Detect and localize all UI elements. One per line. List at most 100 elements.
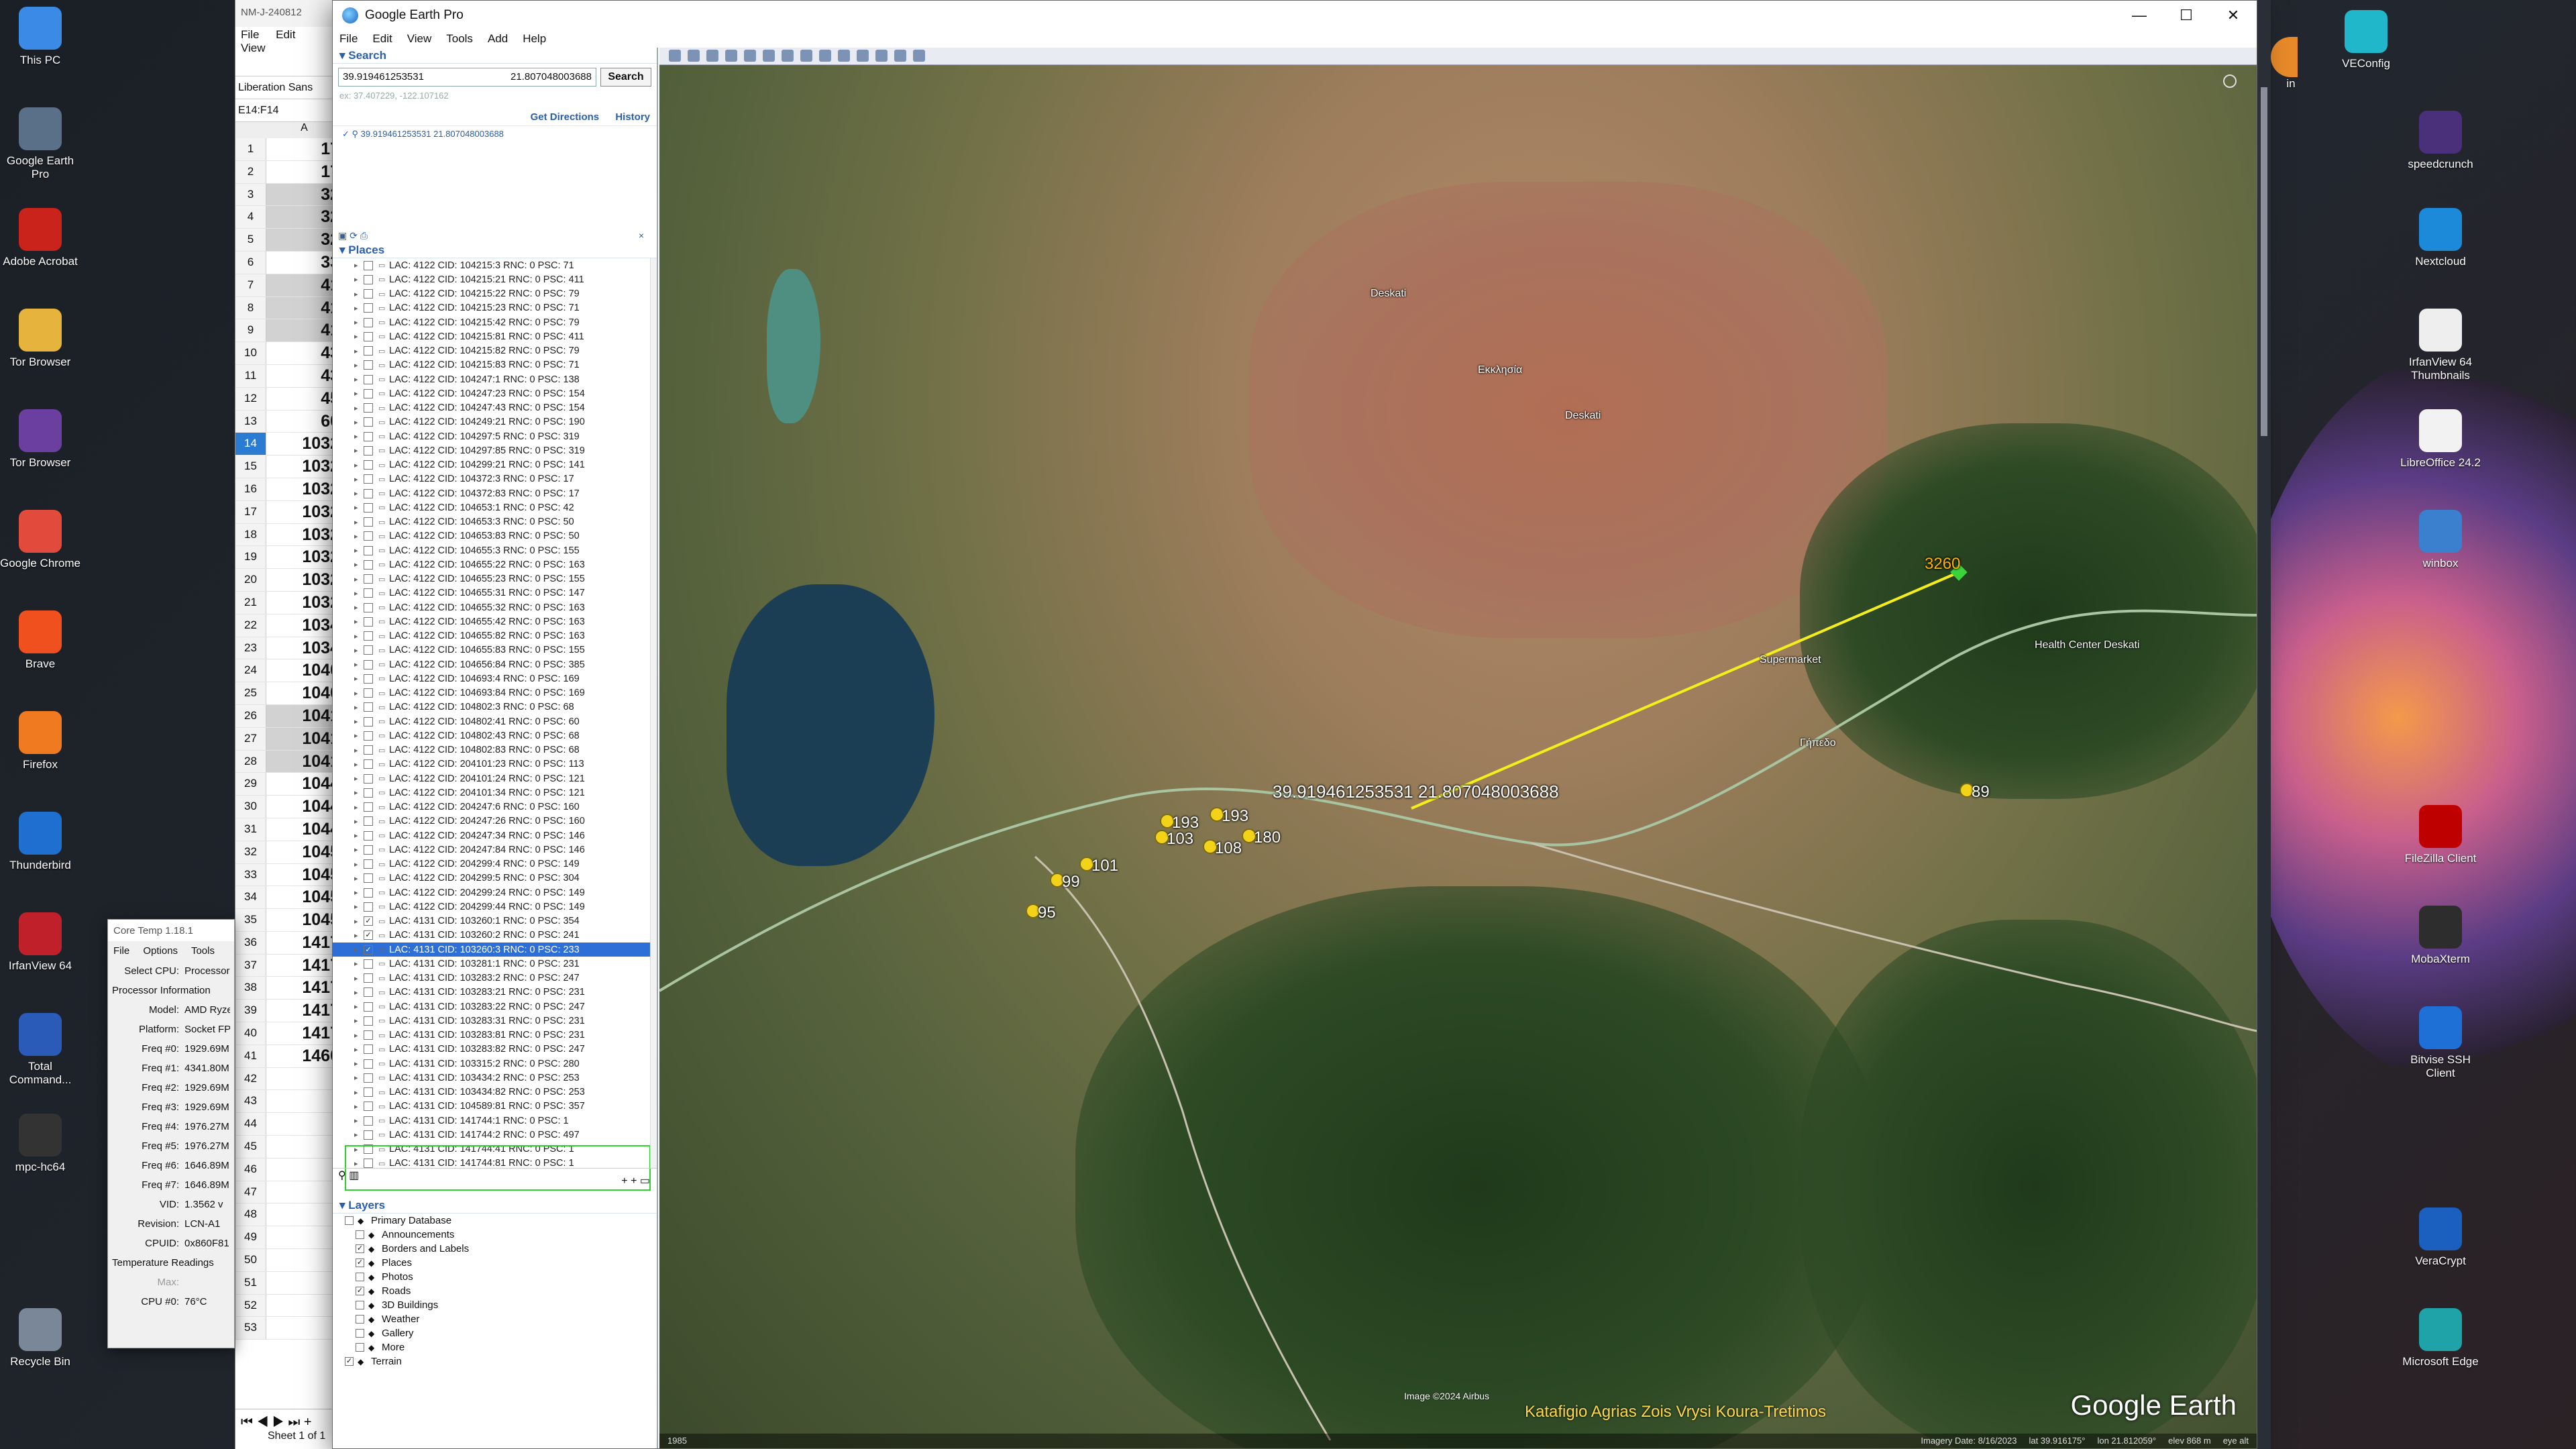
checkbox[interactable]: [356, 1343, 364, 1352]
calc-menu-view[interactable]: View: [241, 42, 266, 54]
email-icon[interactable]: [857, 50, 869, 62]
search-button[interactable]: Search: [600, 68, 651, 87]
checkbox[interactable]: [364, 502, 373, 513]
cell-value[interactable]: [266, 1181, 342, 1203]
panel-tools[interactable]: ▣ ⟳ ⎙ ×: [338, 230, 644, 241]
cell-value[interactable]: 45: [266, 388, 342, 410]
checkbox[interactable]: [364, 289, 373, 299]
expand-arrow-icon[interactable]: ▸: [354, 760, 364, 769]
places-item[interactable]: ▸ ▭ LAC: 4131 CID: 103283:22 RNC: 0 PSC: 2…: [333, 1000, 650, 1014]
checkbox[interactable]: [364, 688, 373, 698]
layer-item[interactable]: ✓ ◆ Terrain: [333, 1354, 657, 1368]
overlay-icon[interactable]: [744, 50, 756, 62]
table-row[interactable]: 38 1417: [235, 977, 342, 1000]
cell-value[interactable]: 41: [266, 297, 342, 319]
cell-value[interactable]: 1460: [266, 1045, 342, 1067]
checkbox[interactable]: [364, 317, 373, 327]
expand-arrow-icon[interactable]: ▸: [354, 546, 364, 555]
checkbox[interactable]: [364, 816, 373, 826]
maximize-button[interactable]: ☐: [2163, 1, 2210, 30]
checkbox[interactable]: [356, 1315, 364, 1324]
checkbox[interactable]: [364, 659, 373, 669]
row-number[interactable]: 14: [235, 433, 266, 455]
places-item[interactable]: ▸ ▭ LAC: 4122 CID: 104655:82 RNC: 0 PSC: 1…: [333, 629, 650, 643]
cell-value[interactable]: 32: [266, 229, 342, 251]
expand-arrow-icon[interactable]: ▸: [354, 475, 364, 484]
expand-arrow-icon[interactable]: ▸: [354, 1045, 364, 1054]
desktop-icon[interactable]: Adobe Acrobat: [0, 208, 80, 268]
column-a-header[interactable]: A: [266, 122, 342, 138]
cell-value[interactable]: 41: [266, 274, 342, 297]
cell-value[interactable]: 1045: [266, 886, 342, 908]
table-row[interactable]: 2 17: [235, 160, 342, 184]
row-number[interactable]: 47: [235, 1181, 266, 1203]
expand-arrow-icon[interactable]: ▸: [354, 489, 364, 498]
row-number[interactable]: 19: [235, 546, 266, 569]
desktop-icon[interactable]: speedcrunch: [2400, 111, 2481, 171]
row-number[interactable]: 26: [235, 704, 266, 727]
places-item[interactable]: ▸ ▭ LAC: 4122 CID: 104215:42 RNC: 0 PSC: 7…: [333, 315, 650, 329]
map-view[interactable]: 39.919461253531 21.807048003688 3260 193 1…: [659, 48, 2257, 1448]
row-number[interactable]: 35: [235, 909, 266, 931]
layer-item[interactable]: ◆ More: [333, 1340, 657, 1354]
places-item[interactable]: ▸ ▭ LAC: 4131 CID: 141744:2 RNC: 0 PSC: 49…: [333, 1128, 650, 1142]
history-link[interactable]: History: [615, 111, 650, 123]
calc-menu-file[interactable]: File: [241, 28, 259, 41]
row-number[interactable]: 2: [235, 160, 266, 183]
cell-value[interactable]: [266, 1159, 342, 1181]
row-number[interactable]: 15: [235, 455, 266, 478]
checkbox[interactable]: ✓: [356, 1244, 364, 1253]
checkbox[interactable]: [364, 959, 373, 969]
row-number[interactable]: 53: [235, 1317, 266, 1340]
checkbox[interactable]: [364, 616, 373, 627]
cell-value[interactable]: 32: [266, 183, 342, 206]
row-number[interactable]: 17: [235, 500, 266, 523]
expand-arrow-icon[interactable]: ▸: [354, 461, 364, 470]
row-number[interactable]: 27: [235, 727, 266, 750]
places-item[interactable]: ▸ ✓ ▭ LAC: 4131 CID: 103260:2 RNC: 0 PSC: 2…: [333, 928, 650, 943]
expand-arrow-icon[interactable]: ▸: [354, 803, 364, 812]
desktop-icon[interactable]: mpc-hc64: [0, 1114, 80, 1174]
checkbox[interactable]: [364, 431, 373, 441]
places-item[interactable]: ▸ ▭ LAC: 4122 CID: 204247:6 RNC: 0 PSC: 16…: [333, 800, 650, 814]
select-cpu-dropdown[interactable]: Processor: [184, 965, 230, 977]
cell-value[interactable]: 1041: [266, 750, 342, 773]
maps-icon[interactable]: [913, 50, 925, 62]
cell-value[interactable]: 1045: [266, 909, 342, 931]
checkbox[interactable]: [364, 987, 373, 998]
cell-value[interactable]: [266, 1295, 342, 1317]
row-number[interactable]: 41: [235, 1044, 266, 1067]
path-icon[interactable]: [725, 50, 737, 62]
checkbox[interactable]: ✓: [345, 1357, 354, 1366]
checkbox[interactable]: [364, 346, 373, 356]
cell-value[interactable]: 1034: [266, 614, 342, 637]
poi-label[interactable]: Deskati: [1371, 288, 1406, 300]
cell-value[interactable]: 1032: [266, 478, 342, 500]
desktop-icon[interactable]: VEConfig: [2326, 10, 2406, 70]
coretemp-menu-file[interactable]: File: [113, 945, 129, 957]
expand-arrow-icon[interactable]: ▸: [354, 660, 364, 669]
expand-arrow-icon[interactable]: ▸: [354, 332, 364, 341]
cell-value[interactable]: 43: [266, 365, 342, 387]
expand-arrow-icon[interactable]: ▸: [354, 1002, 364, 1011]
table-row[interactable]: 6 33: [235, 251, 342, 274]
cell-value[interactable]: [266, 1203, 342, 1226]
expand-arrow-icon[interactable]: ▸: [354, 432, 364, 441]
row-number[interactable]: 33: [235, 863, 266, 886]
expand-arrow-icon[interactable]: ▸: [354, 646, 364, 655]
places-item[interactable]: ▸ ▭ LAC: 4122 CID: 104802:83 RNC: 0 PSC: 6…: [333, 743, 650, 757]
expand-arrow-icon[interactable]: ▸: [354, 845, 364, 854]
checkbox[interactable]: [364, 631, 373, 641]
places-item[interactable]: ▸ ▭ LAC: 4122 CID: 104802:3 RNC: 0 PSC: 68: [333, 700, 650, 714]
checkbox[interactable]: [364, 517, 373, 527]
expand-arrow-icon[interactable]: ▸: [354, 874, 364, 883]
layer-item[interactable]: ◆ 3D Buildings: [333, 1298, 657, 1312]
row-number[interactable]: 38: [235, 977, 266, 1000]
expand-arrow-icon[interactable]: ▸: [354, 275, 364, 284]
layer-item[interactable]: ◆ Announcements: [333, 1228, 657, 1242]
cell-value[interactable]: 1417: [266, 1000, 342, 1022]
checkbox[interactable]: [364, 1102, 373, 1112]
expand-arrow-icon[interactable]: ▸: [354, 361, 364, 370]
places-item[interactable]: ▸ ▭ LAC: 4122 CID: 104655:3 RNC: 0 PSC: 15…: [333, 543, 650, 557]
row-number[interactable]: 40: [235, 1022, 266, 1044]
